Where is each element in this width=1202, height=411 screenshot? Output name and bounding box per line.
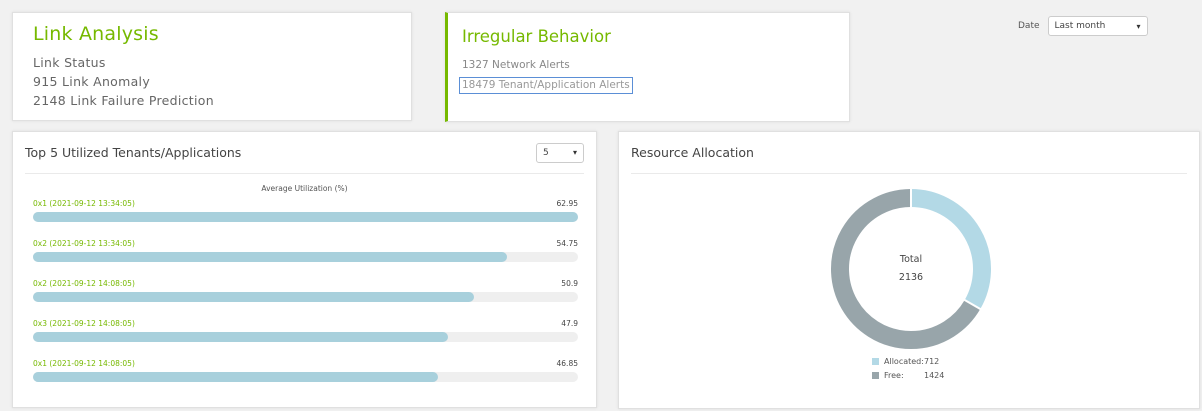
link-anomaly-text[interactable]: 915 Link Anomaly (33, 72, 391, 91)
date-select-value: Last month (1054, 21, 1106, 31)
donut-center: Total 2136 (829, 187, 993, 351)
bar-track (33, 252, 578, 262)
utilization-bar-chart: 0x1 (2021-09-12 13:34:05) 62.95 0x2 (2021-… (25, 199, 584, 399)
bar-fill[interactable] (33, 252, 508, 262)
bar-label: 0x2 (2021-09-12 13:34:05) (33, 239, 135, 248)
legend-label: Allocated: (884, 356, 924, 366)
chevron-down-icon: ▾ (572, 148, 577, 157)
resource-allocation-card: Resource Allocation Total 2136 Allocated… (618, 131, 1200, 409)
legend-value: 1424 (924, 370, 945, 380)
link-failure-prediction-text[interactable]: 2148 Link Failure Prediction (33, 91, 391, 110)
legend-swatch-free (872, 371, 879, 379)
bar-row[interactable]: 0x2 (2021-09-12 13:34:05) 54.75 (25, 239, 584, 279)
link-status-text[interactable]: Link Status (33, 53, 391, 72)
bar-row[interactable]: 0x3 (2021-09-12 14:08:05) 47.9 (25, 319, 584, 359)
bar-row[interactable]: 0x1 (2021-09-12 14:08:05) 46.85 (25, 359, 584, 399)
bar-label: 0x1 (2021-09-12 14:08:05) (33, 359, 135, 368)
bar-fill[interactable] (33, 372, 439, 382)
bar-value: 62.95 (556, 199, 578, 208)
top-count-value: 5 (543, 147, 549, 158)
irregular-behavior-card: Irregular Behavior 1327 Network Alerts 1… (445, 12, 850, 122)
top-count-select[interactable]: 5 ▾ (536, 142, 584, 163)
legend-label: Free: (884, 370, 904, 380)
date-label: Date (1018, 21, 1040, 31)
bar-track (33, 372, 578, 382)
network-alerts-link[interactable]: 1327 Network Alerts (462, 58, 835, 73)
resource-allocation-header: Resource Allocation (631, 132, 1187, 174)
bar-value: 54.75 (556, 239, 578, 248)
donut-legend: Allocated: 712 Free: 1424 (872, 354, 944, 382)
bar-value: 50.9 (561, 279, 578, 288)
bar-track (33, 212, 578, 222)
date-select[interactable]: Last month ▾ (1047, 16, 1148, 36)
bar-fill[interactable] (33, 212, 578, 222)
bar-track (33, 332, 578, 342)
bar-row[interactable]: 0x2 (2021-09-12 14:08:05) 50.9 (25, 279, 584, 319)
bar-row[interactable]: 0x1 (2021-09-12 13:34:05) 62.95 (25, 199, 584, 239)
date-filter: Date Last month ▾ (1018, 16, 1148, 36)
donut-chart: Total 2136 (829, 187, 993, 351)
bar-label: 0x3 (2021-09-12 14:08:05) (33, 319, 135, 328)
legend-value: 712 (924, 356, 940, 366)
bar-fill[interactable] (33, 292, 475, 302)
bar-label: 0x1 (2021-09-12 13:34:05) (33, 199, 135, 208)
resource-allocation-title: Resource Allocation (631, 145, 754, 160)
tenant-alerts-link[interactable]: 18479 Tenant/Application Alerts (459, 77, 633, 94)
bar-track (33, 292, 578, 302)
legend-item-allocated[interactable]: Allocated: 712 (872, 354, 944, 368)
donut-total-value: 2136 (898, 272, 924, 283)
link-analysis-card: Link Analysis Link Status 915 Link Anoma… (12, 12, 412, 121)
top-tenants-card: Top 5 Utilized Tenants/Applications 5 ▾ … (12, 131, 597, 408)
top-tenants-title: Top 5 Utilized Tenants/Applications (25, 145, 242, 160)
bar-label: 0x2 (2021-09-12 14:08:05) (33, 279, 135, 288)
link-analysis-title: Link Analysis (33, 23, 159, 45)
bar-value: 46.85 (556, 359, 578, 368)
irregular-behavior-title: Irregular Behavior (462, 27, 611, 46)
legend-swatch-allocated (872, 357, 879, 365)
donut-total-label: Total (899, 254, 923, 265)
legend-item-free[interactable]: Free: 1424 (872, 368, 944, 382)
bar-value: 47.9 (561, 319, 578, 328)
bar-fill[interactable] (33, 332, 448, 342)
top-tenants-header: Top 5 Utilized Tenants/Applications 5 ▾ (25, 132, 584, 174)
chevron-down-icon: ▾ (1136, 21, 1141, 31)
chart-subtitle: Average Utilization (%) (261, 184, 348, 193)
